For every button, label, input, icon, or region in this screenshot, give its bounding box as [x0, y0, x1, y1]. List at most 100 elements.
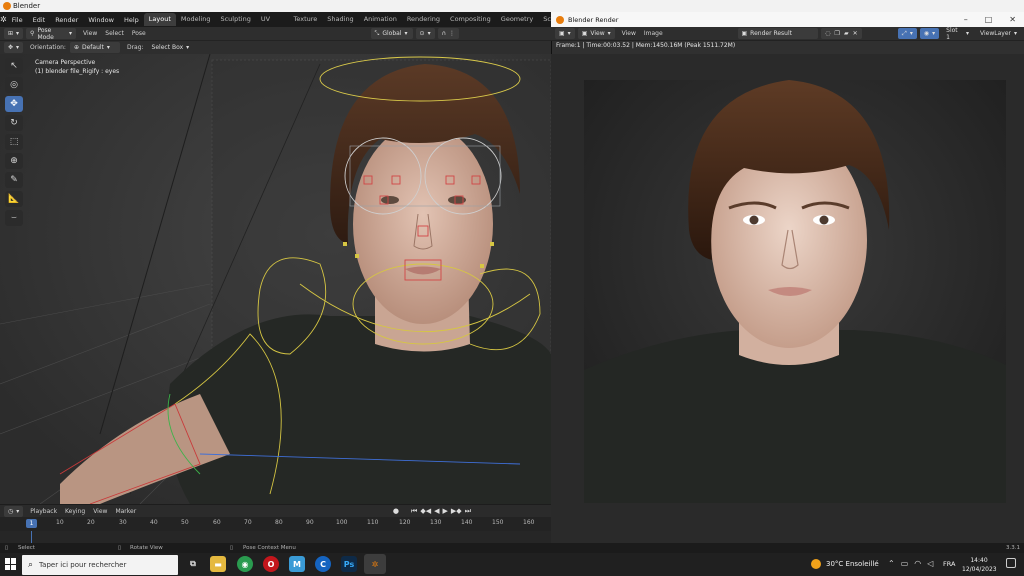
- task-view-icon[interactable]: ⧉: [185, 556, 201, 572]
- playback-menu[interactable]: Playback: [26, 508, 61, 515]
- marker-menu[interactable]: Marker: [111, 508, 140, 515]
- timeline-editor-dropdown[interactable]: ◷ ▾: [4, 505, 24, 517]
- select-tool-button[interactable]: ↖: [5, 58, 23, 74]
- editor-type-dropdown[interactable]: ▣ ▾: [555, 28, 575, 39]
- display-channels-toggle[interactable]: ◉ ▾: [919, 28, 940, 39]
- keying-menu[interactable]: Keying: [61, 508, 89, 515]
- tab-texture-paint[interactable]: Texture Paint: [288, 13, 322, 36]
- volume-icon[interactable]: ◁: [927, 559, 933, 568]
- menu-view[interactable]: View: [79, 30, 101, 37]
- taskbar-search-input[interactable]: ⌕ Taper ici pour rechercher: [22, 555, 178, 575]
- slot-label: Slot 1: [946, 26, 958, 41]
- menu-pose[interactable]: Pose: [128, 30, 150, 37]
- transform-orientation-dropdown[interactable]: ⤡ Global ▾: [370, 28, 413, 39]
- notification-icon[interactable]: [1006, 558, 1016, 568]
- measure-tool-button[interactable]: 📐: [5, 191, 23, 207]
- shield-icon[interactable]: ◌: [825, 30, 830, 37]
- menu-file[interactable]: File: [7, 16, 28, 24]
- tab-shading[interactable]: Shading: [322, 13, 358, 26]
- menu-select[interactable]: Select: [101, 30, 128, 37]
- playback-controls[interactable]: ⏮ ◆◀ ◀ ▶ ▶◆ ⏭: [411, 507, 471, 516]
- transform-tool-button[interactable]: ⊕: [5, 153, 23, 169]
- clock[interactable]: 14:40 12/04/2023: [962, 556, 997, 574]
- menu-window[interactable]: Window: [83, 16, 119, 24]
- image-browse-dropdown[interactable]: ▣ Render Result: [737, 28, 819, 39]
- maximize-button[interactable]: □: [985, 15, 993, 24]
- tab-layout[interactable]: Layout: [143, 13, 176, 26]
- view-layer-dropdown[interactable]: ViewLayer ▾: [976, 28, 1021, 39]
- chevron-up-icon[interactable]: ⌃: [888, 559, 895, 568]
- menu-render[interactable]: Render: [50, 16, 83, 24]
- opera-icon[interactable]: O: [263, 556, 279, 572]
- app-c-icon[interactable]: C: [315, 556, 331, 572]
- move-tool-button[interactable]: ✥: [5, 96, 23, 112]
- chrome-icon[interactable]: ◉: [237, 556, 253, 572]
- play-icon[interactable]: ▶: [443, 507, 448, 515]
- image-name: Render Result: [750, 30, 792, 37]
- tab-sculpting[interactable]: Sculpting: [215, 13, 255, 26]
- wifi-icon[interactable]: ◠: [914, 559, 921, 568]
- network-icon[interactable]: ▭: [901, 559, 909, 568]
- tab-uv-editing[interactable]: UV Editing: [256, 13, 289, 36]
- status-rotate: Rotate View: [130, 545, 163, 551]
- move-icon: ✥: [10, 99, 18, 109]
- photoshop-icon[interactable]: Ps: [341, 556, 357, 572]
- tab-rendering[interactable]: Rendering: [402, 13, 445, 26]
- pose-mode-icon: ⚲: [30, 30, 35, 37]
- duplicate-icon[interactable]: ❐: [835, 30, 840, 37]
- weather-text[interactable]: 30°C Ensoleillé: [826, 560, 879, 568]
- chevron-down-icon: ▾: [1013, 30, 1017, 37]
- rotate-tool-button[interactable]: ↻: [5, 115, 23, 131]
- blender-menu-icon[interactable]: ✲: [0, 15, 7, 24]
- editor-type-dropdown[interactable]: ⊞ ▾: [4, 28, 24, 39]
- cursor-tool-button[interactable]: ◎: [5, 77, 23, 93]
- slot-dropdown[interactable]: Slot 1 ▾: [942, 26, 974, 41]
- close-icon[interactable]: ✕: [853, 30, 858, 37]
- menu-view[interactable]: View: [618, 30, 640, 37]
- scale-tool-button[interactable]: ⬚: [5, 134, 23, 150]
- menu-help[interactable]: Help: [119, 16, 144, 24]
- record-icon[interactable]: ●: [393, 507, 399, 515]
- rotate-icon: ↻: [10, 118, 18, 128]
- chevron-down-icon: ▾: [966, 30, 970, 37]
- language-indicator[interactable]: FRA: [943, 560, 955, 568]
- tab-animation[interactable]: Animation: [359, 13, 402, 26]
- app-m-icon[interactable]: M: [289, 556, 305, 572]
- orientation-dropdown[interactable]: ⊕ Default ▾: [69, 42, 120, 53]
- snap-toggle[interactable]: ∩ ⋮: [437, 28, 459, 39]
- image-actions[interactable]: ◌ ❐ ▰ ✕: [821, 28, 862, 39]
- tab-modeling[interactable]: Modeling: [176, 13, 216, 26]
- minimize-button[interactable]: –: [964, 15, 968, 24]
- close-button[interactable]: ✕: [1009, 15, 1016, 24]
- play-reverse-icon[interactable]: ◀: [434, 507, 439, 515]
- drag-dropdown[interactable]: Select Box ▾: [147, 42, 194, 53]
- tool-icon-dropdown[interactable]: ✥ ▾: [4, 42, 24, 53]
- mouse-middle-icon: ▯: [118, 545, 122, 551]
- tab-compositing[interactable]: Compositing: [445, 13, 496, 26]
- mode-dropdown[interactable]: ⚲ Pose Mode ▾: [26, 27, 77, 41]
- timeline-ruler[interactable]: 1 10 20 30 40 50 60 70 80 90 100 110 120…: [0, 517, 551, 531]
- view-mode-dropdown[interactable]: ▣ View ▾: [577, 28, 615, 39]
- blender-taskbar-icon[interactable]: ✲: [364, 554, 386, 574]
- jump-end-icon[interactable]: ⏭: [465, 507, 471, 516]
- folder-icon[interactable]: ▰: [844, 30, 849, 37]
- current-frame-indicator[interactable]: 1: [26, 519, 37, 528]
- pivot-dropdown[interactable]: ⊙ ▾: [415, 28, 435, 39]
- windows-start-icon[interactable]: [5, 558, 17, 570]
- view-menu[interactable]: View: [89, 508, 111, 515]
- timeline-body[interactable]: [0, 531, 551, 543]
- tick-label: 10: [56, 519, 64, 526]
- menu-edit[interactable]: Edit: [28, 16, 51, 24]
- annotate-tool-button[interactable]: ✎: [5, 172, 23, 188]
- 3d-viewport[interactable]: Camera Perspective (1) blender file_Rigi…: [0, 54, 551, 504]
- next-key-icon[interactable]: ▶◆: [451, 507, 462, 515]
- sample-tool-toggle[interactable]: ⤢ ▾: [898, 28, 917, 39]
- relax-tool-button[interactable]: ⌣: [5, 210, 23, 226]
- file-explorer-icon[interactable]: ▬: [210, 556, 226, 572]
- window-title-bar: Blender: [0, 0, 1024, 12]
- tab-geometry-nodes[interactable]: Geometry Nodes: [496, 13, 538, 36]
- prev-key-icon[interactable]: ◆◀: [420, 507, 431, 515]
- jump-start-icon[interactable]: ⏮: [411, 507, 417, 516]
- chevron-down-icon: ▾: [16, 507, 20, 515]
- menu-image[interactable]: Image: [640, 30, 667, 37]
